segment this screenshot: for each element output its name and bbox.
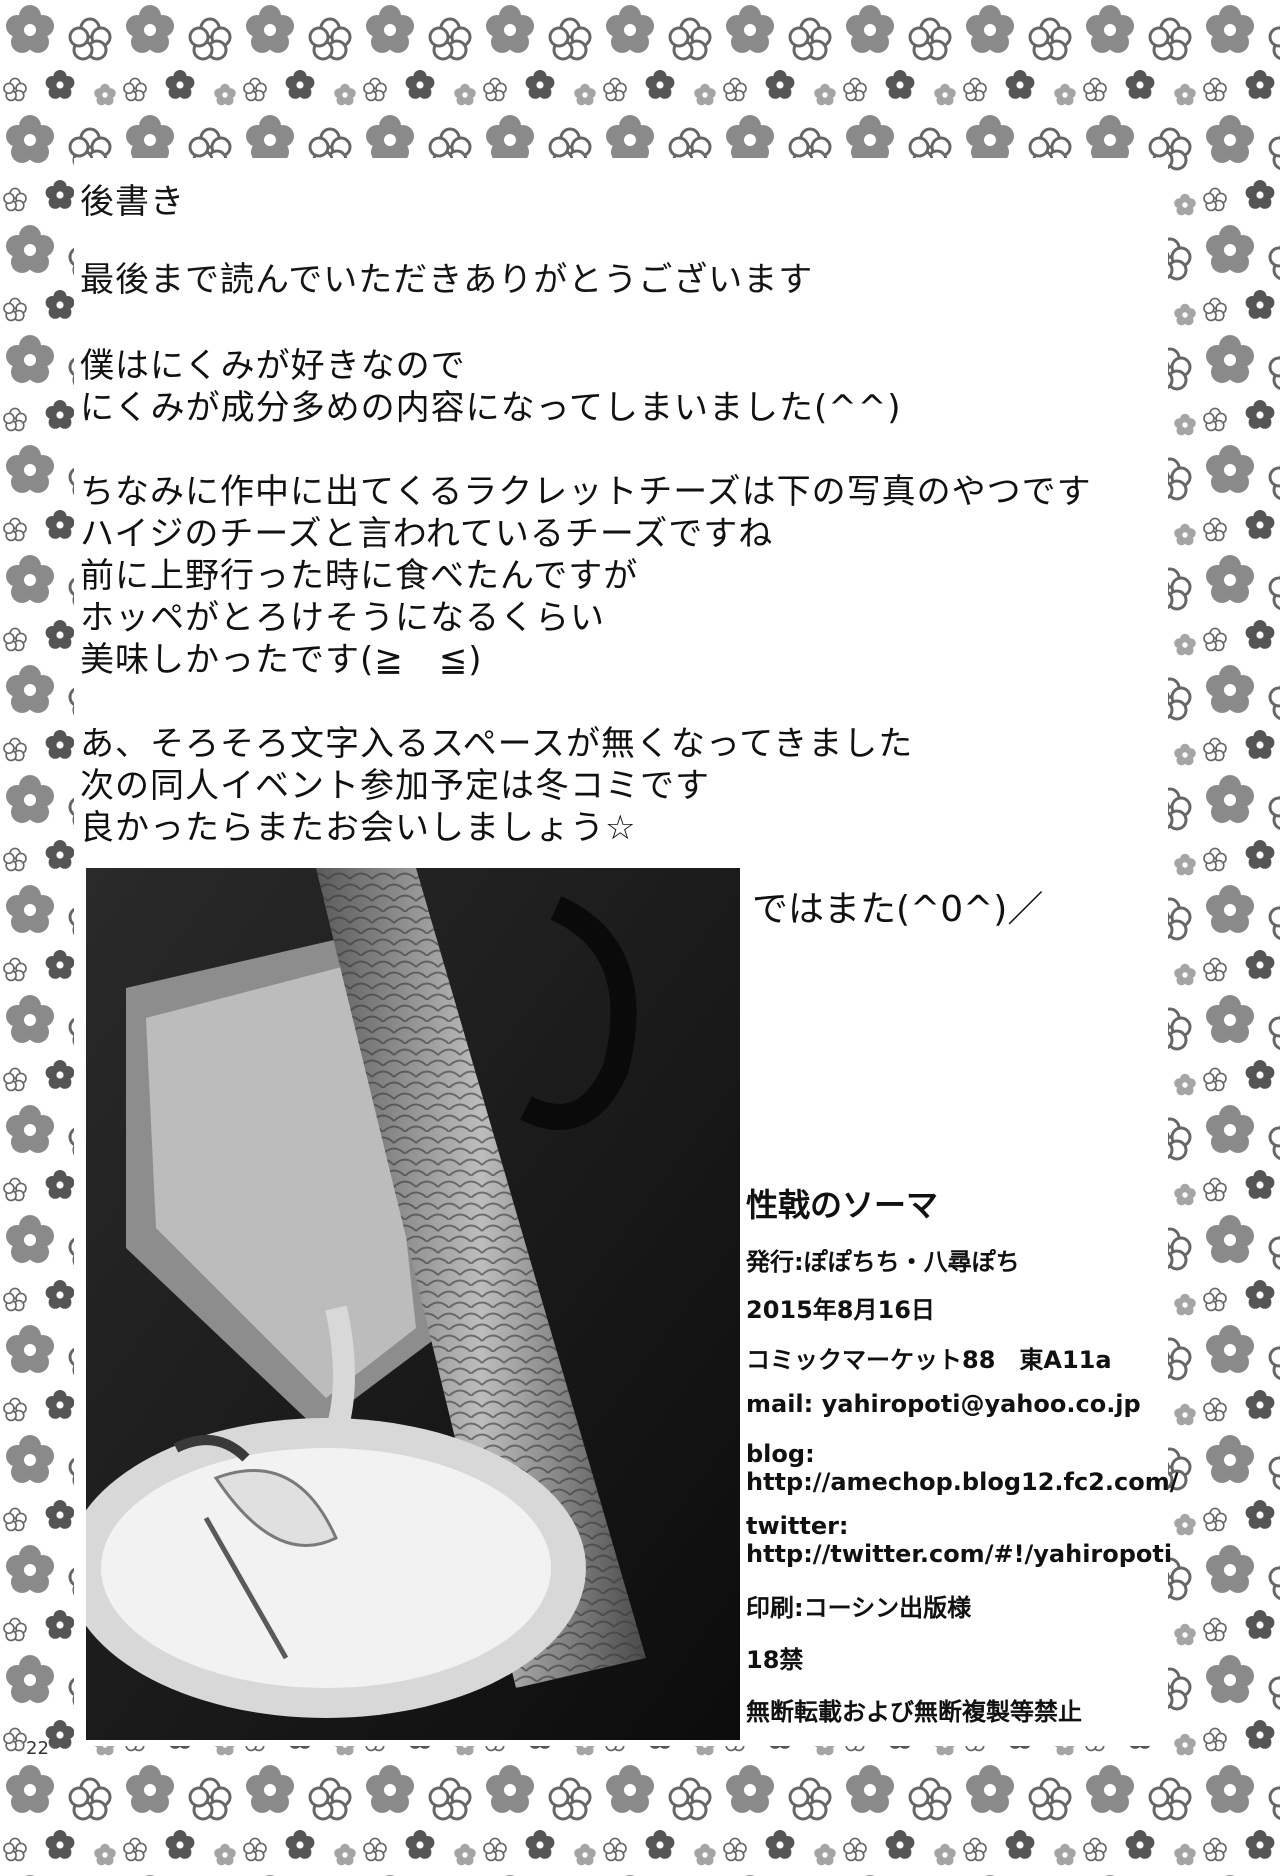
raclette-cheese-photo [86, 868, 740, 1740]
copyright-line: 無断転載および無断複製等禁止 [746, 1698, 1082, 1726]
para2-line-5: 美味しかったです(≧ ≦) [80, 640, 483, 680]
farewell-line: ではまた(^0^)／ [752, 889, 1044, 930]
afterword-panel: 後書き 最後まで読んでいただきありがとうございます 僕はにくみが好きなので にく… [74, 158, 1168, 866]
mail-line: mail: yahiropoti@yahoo.co.jp [746, 1390, 1141, 1418]
twitter-url: http://twitter.com/#!/yahiropoti [746, 1540, 1173, 1568]
date-line: 2015年8月16日 [746, 1296, 935, 1324]
book-title: 性戟のソーマ [746, 1186, 939, 1224]
publisher-line: 発行:ぽぽちち・八尋ぽち [746, 1248, 1020, 1276]
rating-line: 18禁 [746, 1646, 804, 1674]
afterword-title: 後書き [80, 182, 185, 222]
blog-label: blog: [746, 1440, 815, 1468]
event-line: コミックマーケット88 東A11a [746, 1346, 1112, 1374]
thanks-line: 最後まで読んでいただきありがとうございます [80, 260, 814, 300]
page-number: 22 [26, 1738, 49, 1759]
para3-line-3: 良かったらまたお会いしましょう☆ [80, 808, 637, 848]
para1-line-2: にくみが成分多めの内容になってしまいました(^^) [80, 388, 902, 428]
twitter-label: twitter: [746, 1512, 849, 1540]
printer-line: 印刷:コーシン出版様 [746, 1594, 972, 1622]
blog-url: http://amechop.blog12.fc2.com/ [746, 1468, 1179, 1496]
